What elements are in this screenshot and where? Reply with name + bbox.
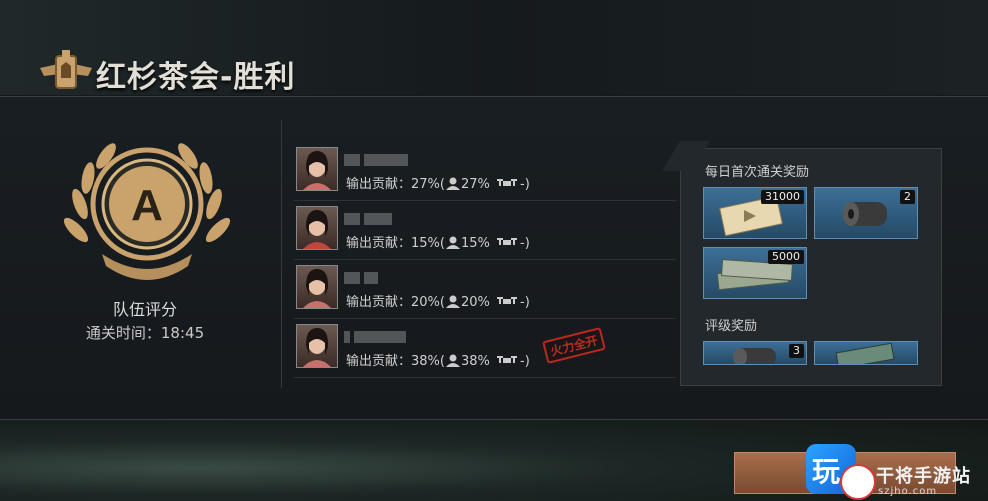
contrib-label: 输出贡献： (346, 177, 412, 192)
person-icon (446, 236, 460, 249)
grade-letter: A (131, 181, 163, 230)
drone-val: - (520, 354, 525, 369)
drone-icon (497, 297, 518, 304)
personal-pct: 15% (461, 236, 490, 251)
reward-item[interactable]: 3 (703, 341, 807, 365)
personal-pct: 38% (461, 354, 490, 369)
drone-icon (497, 356, 518, 363)
reward-item[interactable]: 2 (814, 187, 918, 239)
avatar (296, 324, 338, 368)
avatar (296, 147, 338, 191)
reward-item[interactable]: 31000 (703, 187, 807, 239)
personal-pct: 27% (461, 177, 490, 192)
player-stats: 输出贡献：20%(20% -) (346, 295, 530, 310)
player-name-blurred (344, 267, 418, 284)
reward-count: 3 (789, 344, 804, 358)
player-name-blurred (344, 208, 418, 225)
reward-item[interactable] (814, 341, 918, 365)
person-icon (446, 177, 460, 190)
reward-panel: 每日首次通关奖励 31000 2 5000 评级奖励 3 (680, 148, 942, 386)
reward-count: 31000 (761, 190, 804, 204)
clear-time-label: 通关时间： (85, 324, 161, 342)
player-row[interactable]: 输出贡献：38%(38% -) (294, 320, 676, 378)
contrib-label: 输出贡献： (346, 236, 412, 251)
clear-time: 通关时间：18:45 (0, 322, 290, 343)
reward-item[interactable]: 5000 (703, 247, 807, 299)
grade-laurel-icon: A (63, 143, 231, 280)
player-stats: 输出贡献：27%(27% -) (346, 177, 530, 192)
output-pct: 20% (411, 295, 440, 310)
page-title: 红杉茶会-胜利 (96, 60, 296, 95)
watermark-title: 干将手游站 (876, 466, 971, 487)
player-row[interactable]: 输出贡献：20%(20% -) (294, 261, 676, 319)
output-pct: 38% (411, 354, 440, 369)
clear-time-value: 18:45 (160, 324, 205, 342)
contrib-label: 输出贡献： (346, 354, 412, 369)
drone-val: - (520, 295, 525, 310)
contrib-label: 输出贡献： (346, 295, 412, 310)
avatar (296, 265, 338, 309)
player-list: 输出贡献：27%(27% -) 输出贡献：15%(15% -) 输出贡献：20%… (294, 143, 676, 379)
watermark-url: szjho.com (878, 486, 938, 497)
watermark-circle-icon (840, 464, 876, 500)
output-pct: 15% (411, 236, 440, 251)
output-pct: 27% (411, 177, 440, 192)
drone-val: - (520, 236, 525, 251)
team-score-label: 队伍评分 (112, 300, 177, 319)
player-row[interactable]: 输出贡献：27%(27% -) (294, 143, 676, 201)
reward-count: 2 (900, 190, 915, 204)
divider (281, 120, 282, 388)
drone-val: - (520, 177, 525, 192)
person-icon (446, 354, 460, 367)
player-row[interactable]: 输出贡献：15%(15% -) (294, 202, 676, 260)
person-icon (446, 295, 460, 308)
drone-icon (497, 179, 518, 186)
avatar (296, 206, 338, 250)
player-stats: 输出贡献：38%(38% -) (346, 354, 530, 369)
player-name-blurred (344, 149, 418, 166)
title-bar: 红杉茶会-胜利 (30, 40, 630, 100)
player-name-blurred (344, 326, 418, 343)
drone-icon (497, 238, 518, 245)
player-stats: 输出贡献：15%(15% -) (346, 236, 530, 251)
grade-reward-header: 评级奖励 (705, 319, 758, 334)
site-watermark: 玩 干将手游站 szjho.com (806, 444, 988, 501)
winged-emblem-icon (40, 50, 92, 89)
reward-count: 5000 (768, 250, 804, 264)
personal-pct: 20% (461, 295, 490, 310)
cash-bundle-icon (835, 342, 895, 364)
first-clear-header: 每日首次通关奖励 (705, 165, 810, 180)
